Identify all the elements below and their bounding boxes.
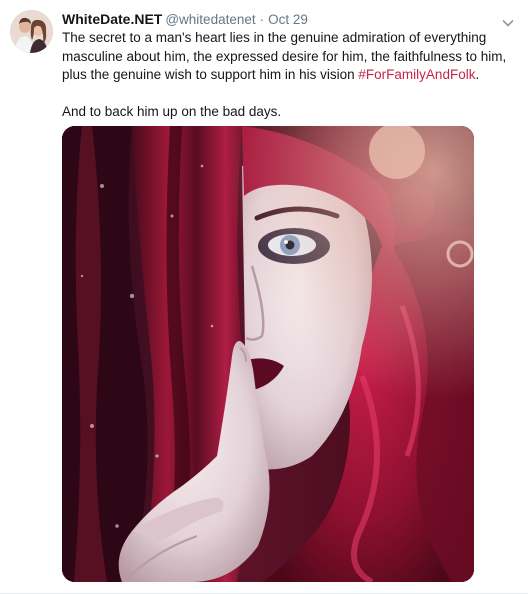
tweet-paragraph-2: And to back him up on the bad days.	[62, 103, 282, 119]
tweet[interactable]: WhiteDate.NET @whitedatenet · Oct 29 The se…	[0, 0, 528, 594]
tweet-timestamp[interactable]: Oct 29	[268, 12, 308, 27]
tweet-paragraph-1: The secret to a man's heart lies in the …	[62, 29, 514, 85]
tweet-header: WhiteDate.NET @whitedatenet · Oct 29	[62, 10, 518, 28]
author-display-name[interactable]: WhiteDate.NET	[62, 11, 162, 27]
author-handle[interactable]: @whitedatenet	[165, 12, 255, 27]
avatar-photo-icon	[10, 10, 53, 53]
tweet-body-end: .	[475, 67, 480, 82]
header-separator: ·	[259, 12, 265, 27]
chevron-down-icon[interactable]	[502, 14, 514, 27]
photo-woman-red-hair-icon	[62, 126, 474, 582]
tweet-text: The secret to a man's heart lies in the …	[62, 29, 514, 121]
author-avatar[interactable]	[10, 10, 53, 53]
hashtag-link[interactable]: #ForFamilyAndFolk	[358, 67, 475, 82]
tweet-media-image[interactable]	[62, 126, 474, 582]
